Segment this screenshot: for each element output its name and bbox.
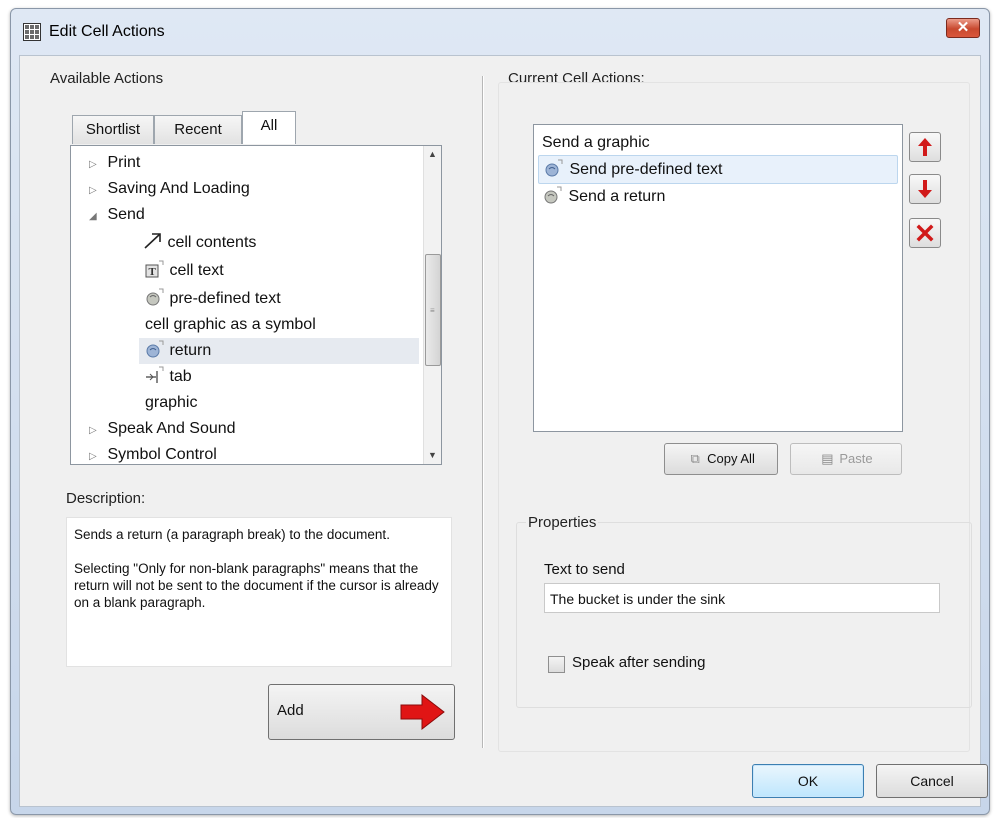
properties-group xyxy=(516,522,972,708)
add-button[interactable]: Add xyxy=(268,684,455,740)
tree-item-print[interactable]: ▷ Print xyxy=(89,150,140,176)
vertical-separator xyxy=(482,76,484,748)
tree-item-label: Symbol Control xyxy=(107,446,217,463)
tab-icon xyxy=(146,366,164,383)
grip-icon: ≡ xyxy=(430,306,435,315)
speech-icon xyxy=(545,159,563,177)
description-label: Description: xyxy=(66,490,146,507)
list-item-label: Send pre-defined text xyxy=(569,161,723,178)
tab-label: All xyxy=(260,117,278,134)
speak-after-sending-label: Speak after sending xyxy=(572,654,706,671)
tree-item-label: tab xyxy=(169,368,192,385)
description-paragraph: Selecting "Only for non-blank paragraphs… xyxy=(74,561,439,610)
tree-item-label: Send xyxy=(107,206,145,223)
tree-item-label: Saving And Loading xyxy=(107,180,250,197)
speak-after-sending-checkbox[interactable] xyxy=(548,656,565,673)
tree-item-label: graphic xyxy=(145,394,198,411)
tree-item-return[interactable]: return xyxy=(139,338,419,364)
description-paragraph: Sends a return (a paragraph break) to th… xyxy=(74,527,390,542)
list-item[interactable]: Send pre-defined text xyxy=(538,155,898,184)
tree-item-label: cell contents xyxy=(167,234,257,251)
scroll-down-icon[interactable]: ▼ xyxy=(424,447,441,464)
scroll-up-icon[interactable]: ▲ xyxy=(424,146,441,163)
arrow-up-icon xyxy=(918,138,932,156)
tree-item-speak-and-sound[interactable]: ▷ Speak And Sound xyxy=(89,416,236,442)
tree-item-pre-defined-text[interactable]: pre-defined text xyxy=(145,286,281,312)
current-actions-list[interactable]: Send a graphic Send pre-defined text Sen… xyxy=(533,124,903,432)
text-to-send-label: Text to send xyxy=(544,561,625,578)
title-bar: Edit Cell Actions ✕ xyxy=(11,9,989,55)
grid-icon xyxy=(23,23,41,41)
list-item-label: Send a graphic xyxy=(542,134,650,151)
tree-item-saving-and-loading[interactable]: ▷ Saving And Loading xyxy=(89,176,250,202)
tree-item-cell-contents[interactable]: cell contents xyxy=(143,230,256,256)
available-actions-label: Available Actions xyxy=(50,70,164,87)
paste-label: Paste xyxy=(839,451,873,466)
expand-icon[interactable]: ▷ xyxy=(89,152,103,178)
list-item-label: Send a return xyxy=(568,188,666,205)
tree-item-label: cell text xyxy=(169,262,224,279)
scrollbar-thumb[interactable]: ≡ xyxy=(425,254,441,366)
tree-item-label: pre-defined text xyxy=(169,290,281,307)
collapse-icon[interactable]: ◢ xyxy=(89,204,103,230)
tab-shortlist[interactable]: Shortlist xyxy=(72,115,154,144)
tree-item-graphic[interactable]: graphic xyxy=(145,390,197,416)
edit-cell-actions-window: Edit Cell Actions ✕ Available Actions Sh… xyxy=(10,8,990,815)
expand-icon[interactable]: ▷ xyxy=(89,444,103,464)
text-icon: T xyxy=(145,260,164,278)
tree-item-send[interactable]: ◢ Send xyxy=(89,202,145,228)
tab-recent[interactable]: Recent xyxy=(154,115,242,144)
tree-item-tab[interactable]: tab xyxy=(145,364,192,390)
actions-tree[interactable]: ▷ Print ▷ Saving And Loading ◢ Send cell… xyxy=(70,145,442,465)
return-icon xyxy=(544,186,562,204)
cancel-button[interactable]: Cancel xyxy=(876,764,988,798)
tree-item-label: Print xyxy=(107,154,141,171)
expand-icon[interactable]: ▷ xyxy=(89,178,103,204)
tab-all[interactable]: All xyxy=(242,111,296,144)
tree-item-label: return xyxy=(169,342,212,359)
svg-text:T: T xyxy=(149,266,157,278)
copy-all-button[interactable]: ⧉ Copy All xyxy=(664,443,778,475)
list-item[interactable]: Send a graphic xyxy=(538,129,898,156)
tree-item-symbol-control[interactable]: ▷ Symbol Control xyxy=(89,442,217,464)
tree-scrollbar[interactable]: ▲ ≡ ▼ xyxy=(423,146,441,464)
delete-icon xyxy=(916,224,934,242)
tree-item-label: Speak And Sound xyxy=(107,420,236,437)
close-button[interactable]: ✕ xyxy=(946,18,980,38)
properties-label: Properties xyxy=(526,514,599,531)
description-box: Sends a return (a paragraph break) to th… xyxy=(66,517,452,667)
delete-button[interactable] xyxy=(909,218,941,248)
move-down-button[interactable] xyxy=(909,174,941,204)
ok-button[interactable]: OK xyxy=(752,764,864,798)
copy-icon: ⧉ xyxy=(690,451,700,466)
arrow-down-icon xyxy=(918,180,932,198)
copy-all-label: Copy All xyxy=(707,451,755,466)
paste-icon: ▤ xyxy=(821,451,834,466)
move-up-button[interactable] xyxy=(909,132,941,162)
paste-button[interactable]: ▤ Paste xyxy=(790,443,902,475)
list-item[interactable]: Send a return xyxy=(538,183,898,210)
arrow-icon xyxy=(144,233,161,249)
return-icon xyxy=(146,340,164,358)
expand-icon[interactable]: ▷ xyxy=(89,418,103,444)
red-arrow-icon xyxy=(400,693,445,731)
add-button-label: Add xyxy=(277,702,304,719)
text-to-send-input[interactable]: The bucket is under the sink xyxy=(544,583,940,613)
dialog-body: Available Actions Shortlist Recent All ▷… xyxy=(19,55,988,807)
tree-item-label: cell graphic as a symbol xyxy=(145,316,316,333)
tree-item-cell-text[interactable]: T cell text xyxy=(145,258,224,284)
tab-label: Recent xyxy=(174,121,222,138)
speech-icon xyxy=(146,288,164,306)
tree-item-cell-graphic-as-a-symbol[interactable]: cell graphic as a symbol xyxy=(145,312,316,338)
tab-label: Shortlist xyxy=(85,121,141,138)
window-title: Edit Cell Actions xyxy=(49,23,165,40)
